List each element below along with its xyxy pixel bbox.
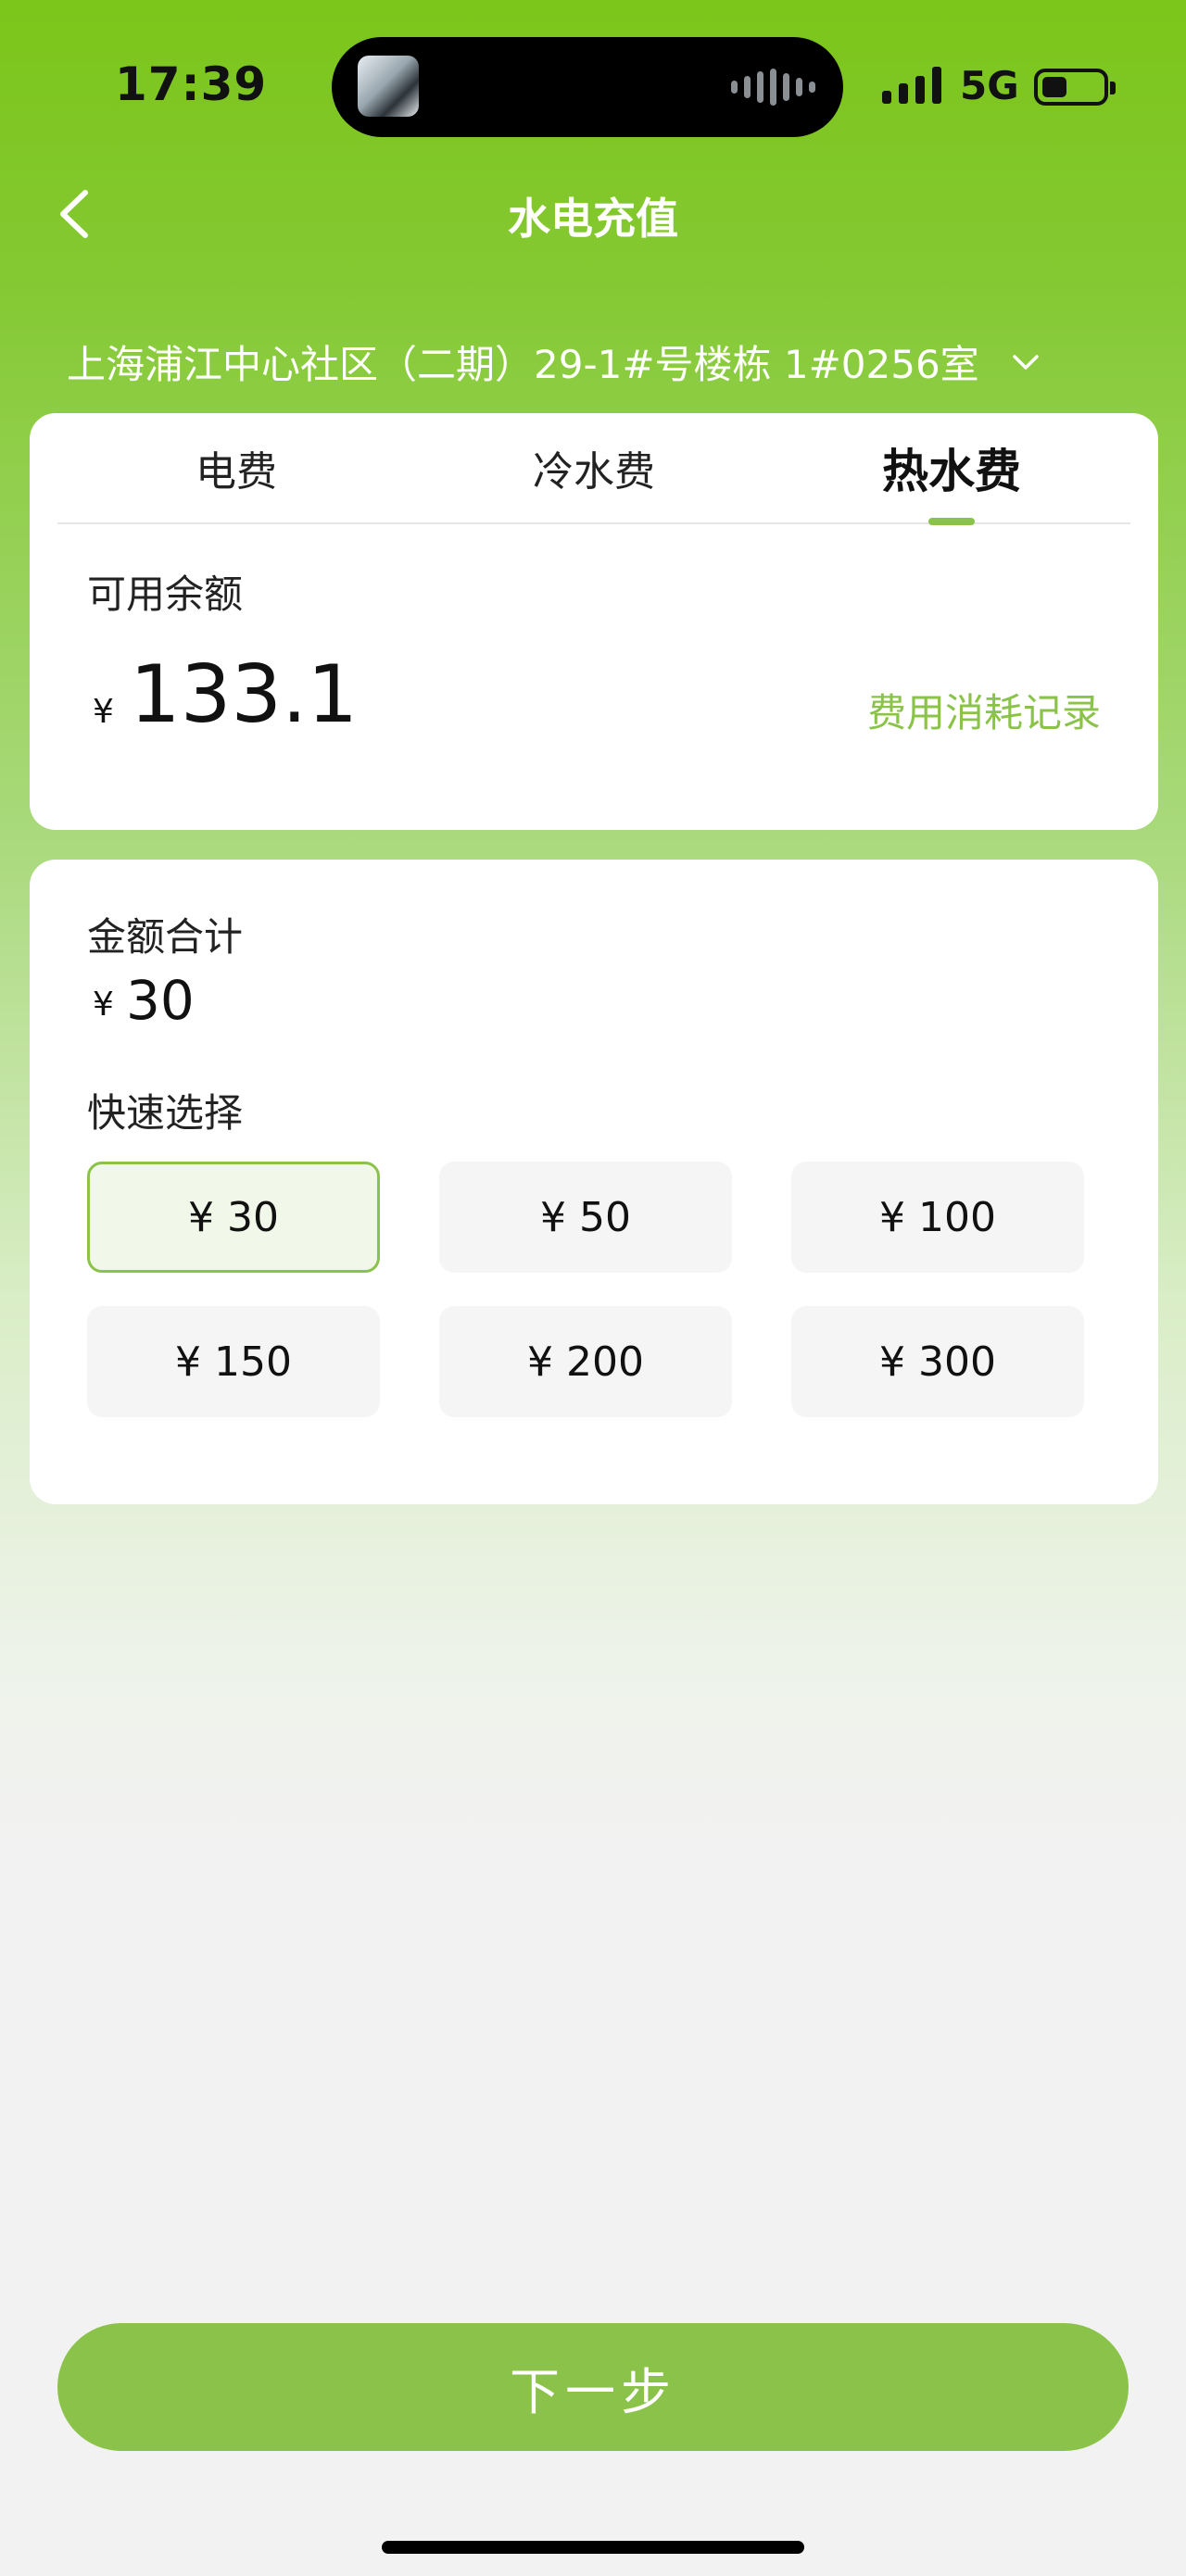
page-title: 水电充值 [508, 194, 678, 244]
tab-hot-water[interactable]: 热水费 [773, 413, 1130, 525]
amount-option-300[interactable]: ¥ 300 [791, 1306, 1084, 1417]
battery-icon [1034, 69, 1116, 106]
home-indicator[interactable] [382, 2541, 804, 2554]
tab-electricity[interactable]: 电费 [57, 413, 415, 522]
audio-wave-icon [731, 69, 815, 106]
address-text: 上海浦江中心社区（二期）29-1#号楼栋 1#0256室 [67, 342, 979, 387]
status-time: 17:39 [115, 57, 268, 111]
dynamic-island [332, 37, 843, 137]
balance-label: 可用余额 [87, 572, 244, 617]
tab-active-indicator [928, 518, 975, 525]
next-step-button[interactable]: 下一步 [57, 2323, 1129, 2451]
total-currency: ¥ [93, 986, 114, 1024]
balance-card: 电费 冷水费 热水费 可用余额 ¥ 133.1 费用消耗记录 [30, 413, 1158, 830]
amount-option-150[interactable]: ¥ 150 [87, 1306, 380, 1417]
fee-tabs: 电费 冷水费 热水费 [57, 413, 1130, 525]
balance-currency: ¥ [93, 693, 114, 731]
quick-select-label: 快速选择 [87, 1090, 244, 1136]
signal-icon [882, 67, 941, 104]
address-selector[interactable]: 上海浦江中心社区（二期）29-1#号楼栋 1#0256室 [67, 333, 1044, 390]
total-label: 金额合计 [87, 914, 244, 960]
now-playing-artwork [358, 56, 419, 117]
chevron-down-icon [1012, 354, 1039, 370]
recharge-card: 金额合计 ¥ 30 快速选择 ¥ 30 ¥ 50 ¥ 100 ¥ 150 ¥ 2… [30, 860, 1158, 1504]
amount-option-100[interactable]: ¥ 100 [791, 1162, 1084, 1273]
amount-option-200[interactable]: ¥ 200 [439, 1306, 732, 1417]
status-bar: 17:39 5G [0, 0, 1186, 167]
total-value: 30 [126, 969, 195, 1032]
tab-cold-water[interactable]: 冷水费 [415, 413, 773, 522]
consumption-record-link[interactable]: 费用消耗记录 [867, 682, 1101, 738]
amount-option-30[interactable]: ¥ 30 [87, 1162, 380, 1273]
amount-option-50[interactable]: ¥ 50 [439, 1162, 732, 1273]
network-type: 5G [960, 63, 1019, 108]
balance-value: 133.1 [130, 648, 359, 741]
